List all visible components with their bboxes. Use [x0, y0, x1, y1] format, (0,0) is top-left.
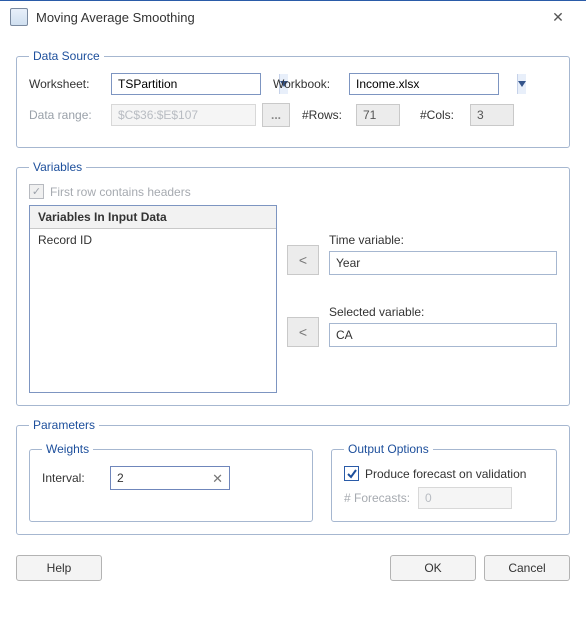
parameters-group: Parameters Weights Interval: 2 ✕ Output …: [16, 418, 570, 535]
parameters-inner: Weights Interval: 2 ✕ Output Options: [29, 442, 557, 522]
worksheet-combo[interactable]: [111, 73, 261, 95]
selected-variable-row: < Selected variable: CA: [287, 305, 557, 347]
rows-value: 71: [356, 104, 400, 126]
workbook-caret[interactable]: [517, 74, 526, 94]
dialog-footer: Help OK Cancel: [16, 547, 570, 581]
time-variable-row: < Time variable: Year: [287, 233, 557, 275]
workbook-label: Workbook:: [273, 77, 343, 91]
variables-group: Variables ✓ First row contains headers V…: [16, 160, 570, 406]
datarange-browse-button[interactable]: ...: [262, 103, 290, 127]
checkbox-disabled-icon: ✓: [29, 184, 44, 199]
dialog-content: Data Source Worksheet: Workbook:: [0, 33, 586, 595]
clear-icon[interactable]: ✕: [212, 472, 223, 485]
data-source-legend: Data Source: [29, 49, 104, 63]
produce-forecast-row: Produce forecast on validation: [344, 466, 544, 481]
move-time-variable-button[interactable]: <: [287, 245, 319, 275]
help-button[interactable]: Help: [16, 555, 102, 581]
rows-label: #Rows:: [302, 108, 350, 122]
cols-value: 3: [470, 104, 514, 126]
interval-row: Interval: 2 ✕: [42, 466, 300, 490]
produce-forecast-checkbox[interactable]: [344, 466, 359, 481]
forecasts-row: # Forecasts: 0: [344, 487, 544, 509]
first-row-headers-checkbox: ✓ First row contains headers: [29, 184, 557, 199]
interval-label: Interval:: [42, 471, 102, 485]
datarange-value: $C$36:$E$107: [111, 104, 256, 126]
worksheet-row: Worksheet: Workbook:: [29, 73, 557, 95]
close-icon: ✕: [552, 9, 564, 26]
workbook-combo[interactable]: [349, 73, 499, 95]
input-variables-list[interactable]: Variables In Input Data Record ID: [29, 205, 277, 393]
app-icon: [10, 8, 28, 26]
checkmark-icon: [347, 469, 357, 479]
cancel-button[interactable]: Cancel: [484, 555, 570, 581]
ok-button[interactable]: OK: [390, 555, 476, 581]
interval-value: 2: [117, 471, 124, 485]
interval-input[interactable]: 2 ✕: [110, 466, 230, 490]
datarange-row: Data range: $C$36:$E$107 ... #Rows: 71 #…: [29, 103, 557, 127]
move-selected-variable-button[interactable]: <: [287, 317, 319, 347]
worksheet-label: Worksheet:: [29, 77, 105, 91]
close-button[interactable]: ✕: [540, 5, 576, 29]
cols-label: #Cols:: [420, 108, 464, 122]
variables-grid: Variables In Input Data Record ID < Time…: [29, 205, 557, 393]
dialog-window: Moving Average Smoothing ✕ Data Source W…: [0, 0, 586, 595]
titlebar: Moving Average Smoothing ✕: [0, 1, 586, 33]
parameters-legend: Parameters: [29, 418, 99, 432]
weights-group: Weights Interval: 2 ✕: [29, 442, 313, 522]
target-variables-panel: < Time variable: Year < Selected variabl…: [287, 205, 557, 393]
first-row-headers-label: First row contains headers: [50, 185, 191, 199]
time-variable-label: Time variable:: [329, 233, 557, 247]
data-source-group: Data Source Worksheet: Workbook:: [16, 49, 570, 148]
input-variables-header: Variables In Input Data: [30, 206, 276, 229]
time-variable-value[interactable]: Year: [329, 251, 557, 275]
list-item[interactable]: Record ID: [30, 229, 276, 251]
datarange-label: Data range:: [29, 108, 105, 122]
forecasts-value: 0: [418, 487, 512, 509]
ellipsis-icon: ...: [271, 108, 281, 122]
variables-legend: Variables: [29, 160, 86, 174]
dialog-title: Moving Average Smoothing: [36, 10, 540, 25]
chevron-left-icon: <: [299, 324, 307, 340]
worksheet-input[interactable]: [112, 74, 279, 94]
produce-forecast-label: Produce forecast on validation: [365, 467, 526, 481]
output-options-legend: Output Options: [344, 442, 433, 456]
chevron-down-icon: [518, 81, 526, 87]
selected-variable-stack: Selected variable: CA: [329, 305, 557, 347]
workbook-input[interactable]: [350, 74, 517, 94]
weights-legend: Weights: [42, 442, 93, 456]
time-variable-stack: Time variable: Year: [329, 233, 557, 275]
output-options-group: Output Options Produce forecast on valid…: [331, 442, 557, 522]
forecasts-label: # Forecasts:: [344, 491, 410, 505]
selected-variable-value[interactable]: CA: [329, 323, 557, 347]
chevron-left-icon: <: [299, 252, 307, 268]
selected-variable-label: Selected variable:: [329, 305, 557, 319]
footer-spacer: [102, 555, 390, 581]
